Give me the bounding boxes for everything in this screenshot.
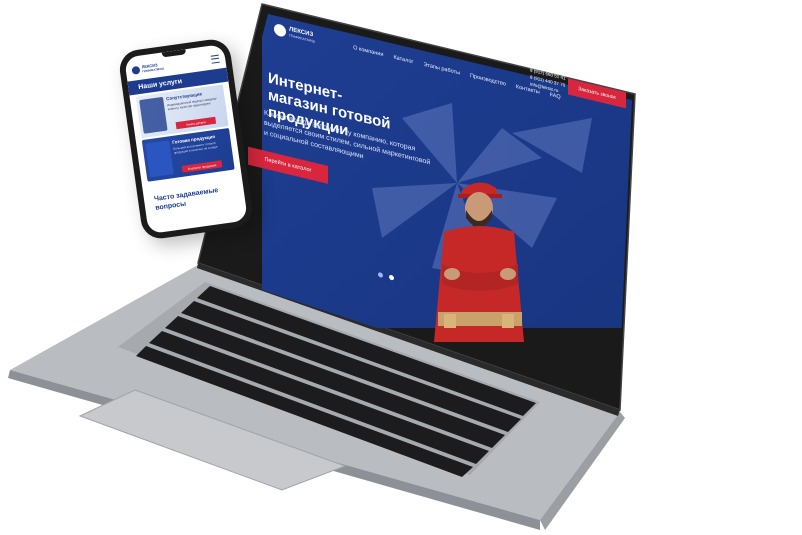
nav-item-production[interactable]: Производство xyxy=(470,73,506,88)
laptop-screen: ЛЕКСИЗ ГРАФИКАТМАШ О компании Каталог Эт… xyxy=(248,8,634,342)
service-card-button[interactable]: Узнать детали xyxy=(175,116,217,130)
slider-dot-1[interactable] xyxy=(378,271,383,279)
service-card-image xyxy=(145,140,174,178)
menu-icon[interactable] xyxy=(210,54,220,64)
worker-image xyxy=(434,182,524,342)
nav-item-about[interactable]: О компании xyxy=(353,45,383,58)
device-mockup-scene: ЛЕКСИЗ ГРАФИКАТМАШ О компании Каталог Эт… xyxy=(0,0,802,535)
slider-dot-2[interactable] xyxy=(389,274,394,281)
site-logo[interactable]: ЛЕКСИЗ ГРАФИКАТМАШ xyxy=(274,22,315,45)
faq-title: Часто задаваемые вопросы xyxy=(153,187,219,212)
logo-icon xyxy=(131,65,141,75)
slider-dots xyxy=(378,271,394,281)
phone-screen: ЛЕКСИЗ ГРАФИКАТМАШ Наши услуги Сопутству… xyxy=(124,43,248,235)
logo-icon xyxy=(274,22,286,38)
service-card-button[interactable]: В каталог продукции xyxy=(181,160,223,173)
nav-item-stages[interactable]: Этапы работы xyxy=(423,62,460,77)
nav-item-catalog[interactable]: Каталог xyxy=(393,55,413,66)
phone-logo[interactable]: ЛЕКСИЗ ГРАФИКАТМАШ xyxy=(131,62,164,75)
service-card-image xyxy=(139,96,168,134)
